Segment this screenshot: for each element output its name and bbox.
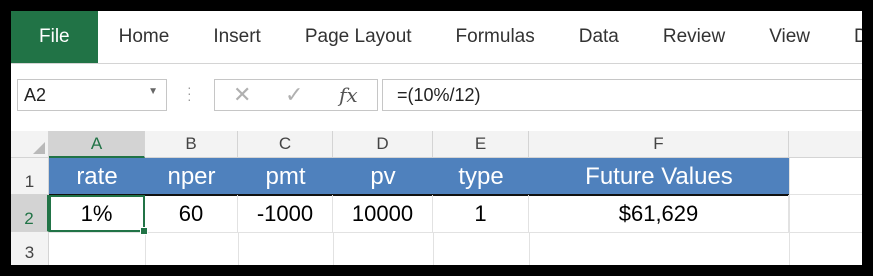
cell-a1[interactable]: rate: [49, 158, 145, 195]
tab-data[interactable]: Data: [557, 11, 641, 63]
gridline: [49, 232, 862, 233]
drag-handle-icon[interactable]: · · ·: [187, 80, 193, 106]
column-header-f[interactable]: F: [529, 131, 789, 158]
column-header-g[interactable]: [789, 131, 862, 158]
insert-function-icon[interactable]: fx: [339, 83, 358, 107]
column-header-e[interactable]: E: [433, 131, 529, 158]
cell-d2[interactable]: 10000: [333, 195, 433, 232]
gridline: [145, 232, 146, 265]
column-header-b[interactable]: B: [145, 131, 238, 158]
gridline: [529, 232, 530, 265]
cell-c2[interactable]: -1000: [238, 195, 333, 232]
column-header-c[interactable]: C: [238, 131, 333, 158]
cell-c1[interactable]: pmt: [238, 158, 333, 195]
tab-home[interactable]: Home: [98, 11, 192, 63]
cell-f1[interactable]: Future Values: [529, 158, 789, 195]
cell-f2[interactable]: $61,629: [529, 195, 789, 232]
formula-text: =(10%/12): [397, 84, 481, 105]
formula-bar-row: A2 ▼ · · · ✕ ✓ fx =(10%/12): [11, 64, 862, 120]
check-icon[interactable]: ✓: [285, 82, 303, 108]
select-all-icon: [33, 142, 45, 154]
cell-d1[interactable]: pv: [333, 158, 433, 195]
tab-insert[interactable]: Insert: [191, 11, 283, 63]
tab-view[interactable]: View: [747, 11, 832, 63]
tab-page-layout[interactable]: Page Layout: [283, 11, 434, 63]
name-box[interactable]: A2 ▼: [17, 79, 167, 111]
row-header-1[interactable]: 1: [11, 158, 49, 195]
cancel-icon[interactable]: ✕: [233, 82, 251, 108]
excel-window: File Home Insert Page Layout Formulas Da…: [11, 11, 862, 265]
column-header-d[interactable]: D: [333, 131, 433, 158]
gridline: [238, 232, 239, 265]
cell-e1[interactable]: type: [433, 158, 529, 195]
ribbon-tabs: File Home Insert Page Layout Formulas Da…: [11, 11, 862, 64]
column-header-a[interactable]: A: [49, 131, 145, 158]
formula-buttons: ✕ ✓ fx: [214, 79, 378, 111]
tab-developer[interactable]: Dev: [832, 11, 862, 63]
fill-handle[interactable]: [140, 227, 148, 235]
row-header-2[interactable]: 2: [11, 195, 49, 232]
formula-input[interactable]: =(10%/12): [382, 79, 862, 111]
tab-file[interactable]: File: [11, 11, 98, 63]
cell-b1[interactable]: nper: [145, 158, 238, 195]
row-header-3[interactable]: 3: [11, 232, 49, 265]
select-all-corner[interactable]: [11, 131, 49, 158]
tab-review[interactable]: Review: [641, 11, 747, 63]
cell-e2[interactable]: 1: [433, 195, 529, 232]
gridline: [333, 232, 334, 265]
tab-formulas[interactable]: Formulas: [434, 11, 557, 63]
gridline: [433, 232, 434, 265]
gridline: [789, 194, 862, 195]
active-cell-border[interactable]: [49, 195, 145, 232]
gridline: [789, 158, 790, 265]
cell-b2[interactable]: 60: [145, 195, 238, 232]
name-box-value: A2: [24, 84, 47, 105]
chevron-down-icon[interactable]: ▼: [148, 86, 158, 97]
